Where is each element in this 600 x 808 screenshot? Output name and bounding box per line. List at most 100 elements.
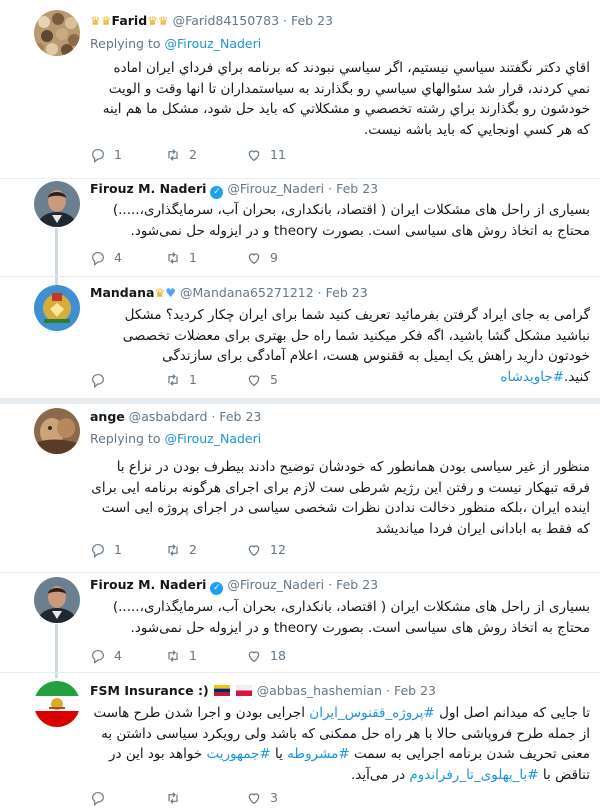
retweet-count: 1 [189, 372, 197, 387]
retweet-button[interactable]: 2 [165, 146, 197, 164]
like-icon [248, 651, 260, 663]
user-handle[interactable]: @Firouz_Naderi [227, 181, 324, 196]
like-count: 3 [270, 790, 278, 805]
tweet-text: تا جایی که میدانم اصل اول #پروژه_ققنوس_ا… [90, 703, 590, 785]
tweet-ange[interactable]: ange @asbabdard · Feb 23 Replying to @Fi… [0, 404, 600, 574]
dot-separator: · [328, 181, 333, 196]
tweet-header: Firouz M. Naderi ✓ @Firouz_Naderi · Feb … [90, 577, 378, 595]
hashtag-link[interactable]: #پروژه_ققنوس_ایران [309, 705, 435, 721]
hashtag-link[interactable]: #با_پهلوی_تا_رفراندوم [409, 767, 538, 783]
retweet-button[interactable]: 1 [165, 647, 197, 665]
blue-heart-icon: ♥ [165, 286, 177, 300]
dot-separator: · [283, 13, 287, 28]
display-name[interactable]: FSM Insurance :) [90, 683, 209, 698]
avatar-ange[interactable] [34, 408, 80, 454]
tweet-fsm-insurance[interactable]: FSM Insurance :) @abbas_hashemian · Feb … [0, 673, 600, 808]
replying-label: Replying to [90, 36, 161, 51]
hashtag-link[interactable]: #مشروطه [287, 746, 350, 762]
tweet-text-part: تا جایی که میدانم اصل اول [434, 705, 590, 721]
reply-icon [92, 252, 104, 266]
hashtag-link[interactable]: #جمهوریت [207, 746, 271, 762]
like-button[interactable]: 18 [246, 647, 286, 665]
reply-button[interactable] [90, 371, 114, 389]
reply-count: 4 [114, 648, 122, 663]
timestamp[interactable]: Feb 23 [336, 577, 378, 592]
tweet-mandana[interactable]: Mandana♛♥ @Mandana65271212 · Feb 23 گرام… [0, 277, 600, 397]
reply-icon [92, 374, 104, 388]
user-handle[interactable]: @asbabdard [129, 409, 208, 424]
tweet-header: Mandana♛♥ @Mandana65271212 · Feb 23 [90, 285, 368, 301]
tweet-farid[interactable]: ♛♛Farid♛♛ @Farid84150783 · Feb 23 Replyi… [0, 0, 600, 180]
retweet-button[interactable]: 1 [165, 249, 197, 267]
tweet-header: FSM Insurance :) @abbas_hashemian · Feb … [90, 683, 436, 699]
timestamp[interactable]: Feb 23 [394, 683, 436, 698]
retweet-count: 1 [189, 250, 197, 265]
tweet-text-part: در می‌آید. [350, 766, 410, 783]
replying-mention[interactable]: @Firouz_Naderi [164, 431, 261, 446]
user-handle[interactable]: @Farid84150783 [173, 13, 279, 28]
reply-button[interactable]: 4 [90, 647, 122, 665]
tweet-firouz-1[interactable]: Firouz M. Naderi ✓ @Firouz_Naderi · Feb … [0, 179, 600, 277]
like-button[interactable]: 9 [246, 249, 278, 267]
like-button[interactable]: 12 [246, 541, 286, 559]
tweet-actions: 1 2 12 [90, 541, 350, 559]
retweet-icon [168, 252, 178, 264]
hashtag-link[interactable]: #جاویدشاه [500, 369, 564, 385]
retweet-button[interactable]: 1 [165, 371, 197, 389]
timestamp[interactable]: Feb 23 [219, 409, 261, 424]
retweet-icon [168, 374, 178, 386]
reply-button[interactable]: 1 [90, 146, 122, 164]
poland-flag-icon [235, 685, 252, 696]
timestamp[interactable]: Feb 23 [326, 285, 368, 300]
tweet-firouz-2[interactable]: Firouz M. Naderi ✓ @Firouz_Naderi · Feb … [0, 573, 600, 673]
replying-mention[interactable]: @Firouz_Naderi [164, 36, 261, 51]
reply-icon [92, 650, 104, 664]
user-handle[interactable]: @Mandana65271212 [180, 285, 314, 300]
retweet-button[interactable] [165, 789, 189, 807]
like-count: 12 [270, 542, 286, 557]
retweet-icon [168, 792, 178, 804]
timestamp[interactable]: Feb 23 [336, 181, 378, 196]
timestamp[interactable]: Feb 23 [291, 13, 333, 28]
tweet-text: بسیاری از راحل های مشکلات ایران ( اقتصاد… [112, 599, 590, 636]
like-button[interactable]: 11 [246, 146, 286, 164]
display-name[interactable]: Firouz M. Naderi [90, 181, 206, 196]
crown-icon: ♛♛ [147, 14, 169, 28]
retweet-count: 2 [189, 542, 197, 557]
like-button[interactable]: 5 [246, 371, 278, 389]
avatar-mandana[interactable] [34, 285, 80, 331]
tweet-actions: 1 5 [90, 371, 350, 389]
venezuela-flag-icon [213, 685, 230, 696]
retweet-button[interactable]: 2 [165, 541, 197, 559]
verified-badge-icon: ✓ [210, 186, 224, 199]
display-name[interactable]: Firouz M. Naderi [90, 577, 206, 592]
like-count: 5 [270, 372, 278, 387]
tweet-actions: 4 1 9 [90, 249, 350, 267]
retweet-icon [168, 149, 178, 161]
avatar-fsm[interactable] [34, 681, 80, 727]
avatar-firouz[interactable] [34, 181, 80, 227]
crown-icon: ♛ [154, 286, 166, 300]
reply-button[interactable] [90, 789, 114, 807]
avatar-farid[interactable] [34, 10, 80, 56]
replying-to: Replying to @Firouz_Naderi [90, 36, 261, 52]
reply-count: 1 [114, 147, 122, 162]
tweet-header: ange @asbabdard · Feb 23 [90, 409, 261, 425]
replying-label: Replying to [90, 431, 161, 446]
tweet-text: منظور از غیر سیاسی بودن همانطور که خودشا… [91, 459, 590, 537]
reply-button[interactable]: 1 [90, 541, 122, 559]
user-handle[interactable]: @abbas_hashemian [257, 683, 382, 698]
like-button[interactable]: 3 [246, 789, 278, 807]
reply-button[interactable]: 4 [90, 249, 122, 267]
tweet-actions: 3 [90, 789, 350, 807]
dot-separator: · [317, 285, 322, 300]
display-name[interactable]: Mandana [90, 285, 155, 300]
avatar-firouz[interactable] [34, 577, 80, 623]
display-name[interactable]: Farid [112, 13, 148, 28]
dot-separator: · [386, 683, 390, 698]
user-handle[interactable]: @Firouz_Naderi [227, 577, 324, 592]
retweet-count: 1 [189, 648, 197, 663]
tweet-header: Firouz M. Naderi ✓ @Firouz_Naderi · Feb … [90, 181, 378, 199]
display-name[interactable]: ange [90, 409, 125, 424]
like-icon [248, 545, 260, 557]
